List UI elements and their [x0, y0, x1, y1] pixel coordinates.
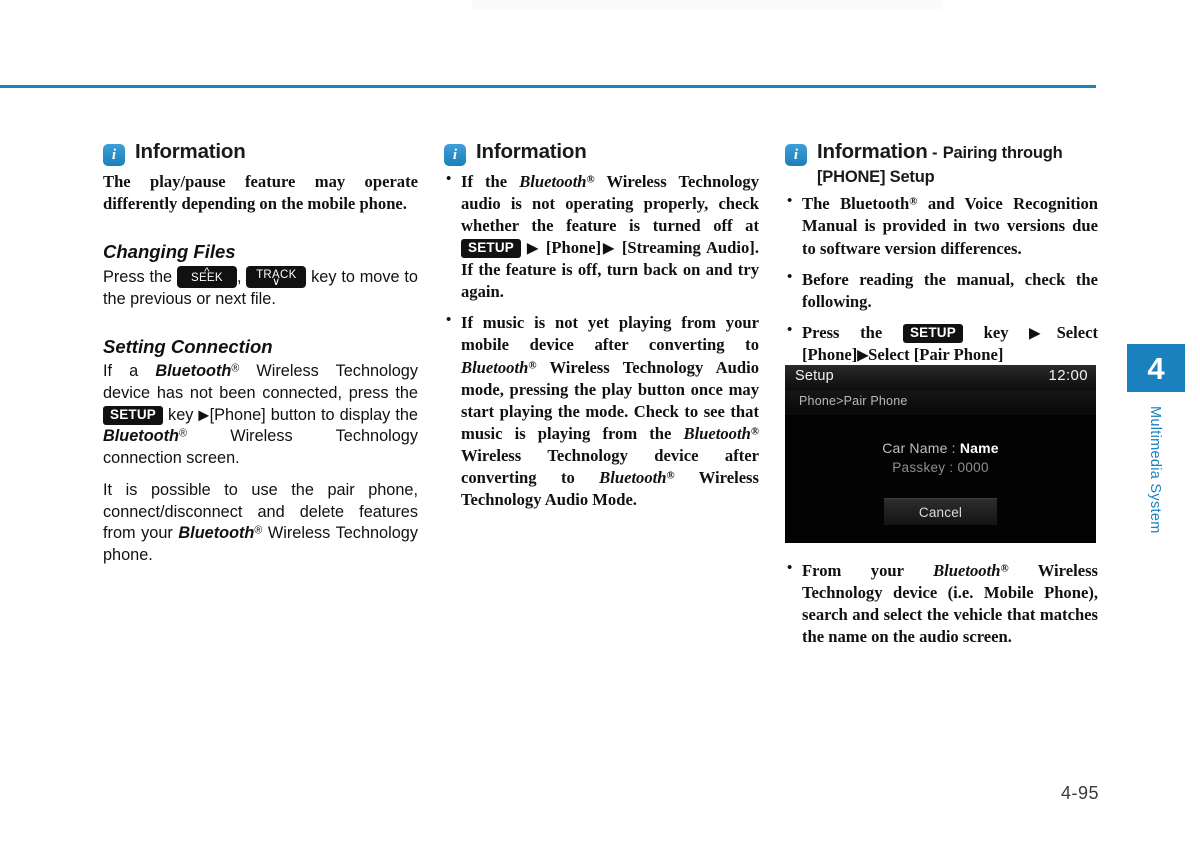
- setting-connection-paragraph-2: It is possible to use the pair phone, co…: [103, 480, 418, 567]
- text-if-the: If the: [461, 172, 508, 191]
- info-bullet-list-right: The Bluetooth® and Voice Recognition Man…: [785, 192, 1098, 366]
- registered-mark: ®: [586, 173, 595, 186]
- text-press-the: Press the: [802, 322, 883, 342]
- registered-mark: ®: [666, 469, 675, 482]
- bluetooth-wordmark: Bluetooth: [519, 172, 587, 191]
- text-wireless-technology-1: Wireless Technology device has not been …: [103, 362, 418, 403]
- scan-artifact-band: [472, 0, 942, 9]
- info-title-text: Information: [817, 140, 928, 163]
- track-key-icon: TRACK ∨: [246, 266, 307, 289]
- text-bluetooth-vr-manual: The Bluetooth: [802, 194, 910, 214]
- info-heading-left: i Information: [103, 140, 418, 166]
- info-title: Information: [135, 140, 246, 163]
- registered-mark: ®: [1000, 562, 1009, 575]
- registered-mark: ®: [231, 362, 240, 375]
- setup-key-icon: SETUP: [103, 405, 164, 425]
- registered-mark: ®: [750, 425, 759, 438]
- cancel-button[interactable]: Cancel: [884, 498, 997, 525]
- car-name-row: Car Name : Name: [785, 440, 1096, 456]
- info-body-left: The play/pause feature may operate diffe…: [103, 172, 418, 214]
- text-phone-button: [Phone] button to display the: [209, 405, 418, 424]
- passkey-label: Passkey :: [892, 460, 954, 475]
- chapter-thumb-tab: 4 Multimedia System: [1127, 344, 1185, 566]
- info-icon: i: [103, 144, 125, 166]
- text-select-pair-phone: Select [Pair Phone]: [868, 344, 1004, 364]
- text-before-reading: Before reading the manual, check the fol…: [802, 269, 1098, 311]
- list-item: The Bluetooth® and Voice Recognition Man…: [785, 192, 1098, 259]
- list-item: If music is not yet playing from your mo…: [444, 311, 759, 511]
- chevron-down-icon: ∨: [272, 276, 281, 289]
- list-item: If the Bluetooth® Wireless Technology au…: [444, 170, 759, 303]
- bluetooth-wordmark: Bluetooth: [599, 467, 667, 487]
- car-name-value: Name: [959, 440, 999, 456]
- text-from-your: From your: [802, 561, 904, 580]
- page-number: 4-95: [1060, 783, 1100, 803]
- bluetooth-wordmark: Bluetooth: [155, 362, 232, 381]
- list-item: From your Bluetooth® Wireless Technology…: [785, 559, 1098, 648]
- registered-mark: ®: [178, 427, 187, 440]
- bluetooth-wordmark: Bluetooth: [683, 423, 751, 443]
- headunit-body: Car Name : Name Passkey : 0000 Cancel: [785, 414, 1096, 543]
- info-heading-middle: i Information: [444, 140, 759, 166]
- text-music-not-playing: If music is not yet playing from your mo…: [461, 313, 759, 355]
- column-right: i Information - Pairing through [PHONE] …: [785, 140, 1098, 366]
- car-name-label: Car Name :: [882, 440, 956, 456]
- arrow-right-icon: ▶: [198, 406, 210, 423]
- setup-key-icon: SETUP: [902, 323, 963, 343]
- chapter-label: Multimedia System: [1147, 406, 1163, 534]
- setting-connection-paragraph-1: If a Bluetooth® Wireless Technology devi…: [103, 361, 418, 469]
- passkey-row: Passkey : 0000: [785, 460, 1096, 475]
- breadcrumb-text: Phone>Pair Phone: [799, 394, 908, 408]
- header-rule: [0, 85, 1096, 88]
- headunit-titlebar: Setup 12:00: [785, 365, 1096, 391]
- bluetooth-wordmark: Bluetooth: [933, 561, 1001, 580]
- text-phone-menu: [Phone]: [545, 238, 602, 258]
- headunit-title: Setup: [795, 368, 834, 384]
- registered-mark: ®: [528, 358, 537, 371]
- headunit-breadcrumb: Phone>Pair Phone: [785, 391, 1096, 414]
- arrow-right-icon: ▶: [857, 347, 869, 364]
- info-title: Information - Pairing through [PHONE] Se…: [817, 140, 1098, 188]
- info-title: Information: [476, 140, 587, 163]
- arrow-right-icon: ▶: [1029, 325, 1057, 342]
- seek-key-icon: ^ SEEK: [176, 266, 237, 289]
- info-bullet-list-middle: If the Bluetooth® Wireless Technology au…: [444, 170, 759, 511]
- info-icon: i: [785, 144, 807, 166]
- heading-setting-connection: Setting Connection: [103, 336, 273, 358]
- bluetooth-wordmark: Bluetooth: [461, 357, 529, 377]
- text-press-the: Press the: [103, 268, 173, 287]
- text-key: key: [168, 405, 194, 424]
- headunit-clock: 12:00: [1048, 367, 1088, 384]
- list-item: Press the SETUP key ▶Select [Phone]▶Sele…: [785, 321, 1098, 366]
- seek-key-label: SEEK: [190, 271, 223, 284]
- column-right-lower: From your Bluetooth® Wireless Technology…: [785, 559, 1098, 648]
- comma-separator: ,: [236, 268, 242, 287]
- bluetooth-wordmark: Bluetooth: [178, 524, 255, 543]
- headunit-screenshot: Setup 12:00 Phone>Pair Phone Car Name : …: [785, 365, 1096, 543]
- column-left: i Information The play/pause feature may…: [103, 140, 418, 567]
- list-item: Before reading the manual, check the fol…: [785, 268, 1098, 313]
- changing-files-paragraph: Press the ^ SEEK , TRACK ∨ key to move t…: [103, 266, 418, 310]
- text-if-a: If a: [103, 362, 139, 381]
- column-middle: i Information If the Bluetooth® Wireless…: [444, 140, 759, 511]
- bluetooth-wordmark: Bluetooth: [103, 427, 179, 446]
- info-bullet-list-right-lower: From your Bluetooth® Wireless Technology…: [785, 559, 1098, 648]
- passkey-value: 0000: [957, 460, 989, 475]
- registered-mark: ®: [909, 195, 918, 208]
- arrow-right-icon: ▶: [601, 240, 616, 257]
- info-subtitle-separator: -: [931, 144, 938, 162]
- text-key: key: [983, 322, 1009, 342]
- registered-mark: ®: [254, 524, 263, 537]
- chapter-number: 4: [1127, 344, 1185, 392]
- info-heading-right: i Information - Pairing through [PHONE] …: [785, 140, 1098, 188]
- setup-key-icon: SETUP: [461, 239, 522, 259]
- info-icon: i: [444, 144, 466, 166]
- heading-changing-files: Changing Files: [103, 241, 236, 263]
- arrow-right-icon: ▶: [527, 240, 540, 257]
